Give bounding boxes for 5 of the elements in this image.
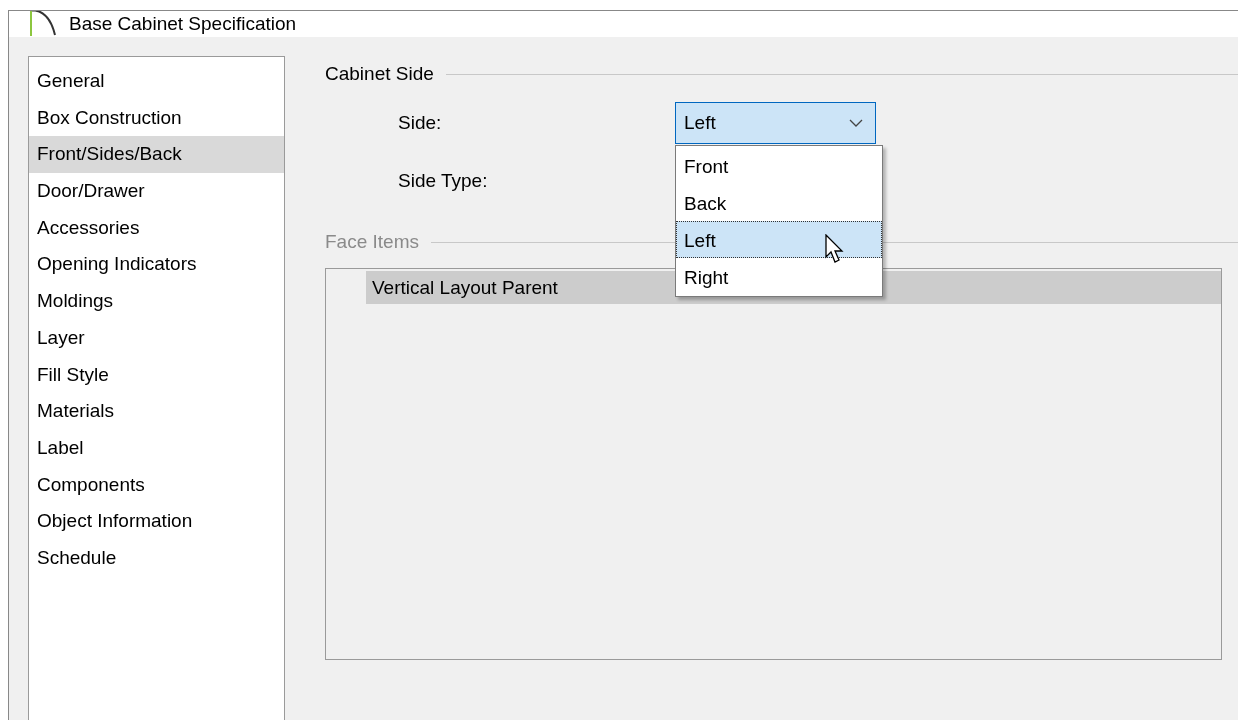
window-title: Base Cabinet Specification bbox=[69, 13, 297, 35]
side-label: Side: bbox=[398, 112, 443, 134]
group-title: Cabinet Side bbox=[325, 63, 434, 85]
group-title: Face Items bbox=[325, 231, 419, 253]
side-type-label: Side Type: bbox=[398, 170, 489, 192]
